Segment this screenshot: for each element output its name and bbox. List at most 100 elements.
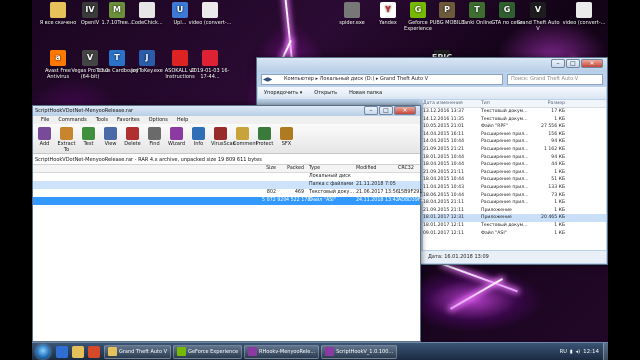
taskbar-task[interactable]: ScriptHookV_1.0.100...	[321, 344, 398, 359]
table-row[interactable]: 18.01.2015 10:44 Расширение прил... 94 КБ	[423, 154, 606, 162]
taskbar: Grand Theft Auto V GeForce Experience RHoo…	[32, 342, 608, 360]
close-button[interactable]: ✕	[394, 106, 416, 115]
table-row[interactable]: 5 072 920 4 522 178 Файл "ASI" 24.11.2018 1…	[33, 197, 424, 205]
pubg-icon: P	[439, 2, 455, 18]
add-button[interactable]: Add	[35, 124, 54, 153]
back-forward-icon[interactable]: ◀▶	[263, 75, 272, 84]
menu-item-help[interactable]: Help	[177, 116, 188, 124]
table-row[interactable]: 18.04.2015 21:11 Расширение прил... 1 КБ	[423, 199, 606, 207]
comment-button[interactable]: Comment	[233, 124, 258, 153]
header-size[interactable]: Size	[262, 165, 276, 173]
table-row[interactable]: 13.12.2016 13:37 Текстовый докум... 17 КБ	[423, 108, 606, 116]
screen: Я все скачено IV OpenIV M 1.7.10Tree... CodeC…	[0, 0, 640, 360]
header-modified[interactable]: Modified	[356, 165, 376, 173]
volume-icon[interactable]: ◂)	[576, 349, 580, 355]
sfx-button[interactable]: SFX	[277, 124, 296, 153]
explorer-pinned-icon[interactable]	[72, 345, 84, 358]
maximize-button[interactable]: □	[379, 106, 393, 115]
winrar-path-bar[interactable]: ScriptHookVDotNet-MenyooRelease.rar - RA…	[33, 155, 420, 165]
winrar-window[interactable]: ScriptHookVDotNet-MenyooRelease.rar – □ …	[32, 105, 424, 342]
address-bar[interactable]: ◀▶ Компьютер ▸ Локальный диск (D:) ▸ Gra…	[261, 74, 503, 85]
taskbar-task[interactable]: GeForce Experience	[173, 344, 243, 359]
find-button[interactable]: Find	[145, 124, 164, 153]
sfx-icon	[280, 127, 293, 140]
cell-size: 1 КБ	[554, 200, 565, 206]
open-button[interactable]: Открыть	[314, 87, 337, 99]
view-button[interactable]: View	[101, 124, 120, 153]
maximize-button[interactable]: □	[566, 59, 580, 68]
wizard-button[interactable]: Wizard	[167, 124, 186, 153]
table-row[interactable]: Локальный диск	[33, 173, 420, 181]
table-row[interactable]: 18.06.2015 10:44 Расширение прил... 73 КБ	[423, 192, 606, 200]
cell-type: Расширение прил...	[481, 131, 529, 137]
desktop-icon[interactable]: video (convert-...	[188, 2, 232, 26]
delete-icon	[126, 127, 139, 140]
address-crumb[interactable]: Локальный диск (D:)	[320, 76, 375, 82]
cell-size: 94 КБ	[551, 139, 565, 145]
toolbar-label: Protect	[255, 141, 274, 147]
header-crc[interactable]: CRC32	[398, 165, 414, 173]
table-row[interactable]: 10.05.2015 21:01 Файл "RPF" 27 556 КБ	[423, 123, 606, 131]
organize-button[interactable]: Упорядочить ▾	[264, 87, 302, 99]
table-row[interactable]: 18.04.2015 10:44 Расширение прил... 51 КБ	[423, 176, 606, 184]
cell-crc: AD8D39F1	[398, 198, 424, 203]
table-row[interactable]: 09.01.2017 12:11 Файл "ASI" 1 КБ	[423, 230, 606, 238]
taskbar-task[interactable]: RHookv-MenyooRele...	[244, 344, 320, 359]
clock[interactable]: 12:14	[583, 349, 599, 355]
table-row[interactable]: 21.09.2015 21:11 Расширение прил... 1 КБ	[423, 169, 606, 177]
table-row[interactable]: 11.04.2015 10:43 Расширение прил... 133 КБ	[423, 184, 606, 192]
delete-button[interactable]: Delete	[123, 124, 142, 153]
geforce-icon	[177, 347, 187, 356]
address-crumb[interactable]: Grand Theft Auto V	[380, 76, 428, 82]
table-row[interactable]: 18.04.2015 10:44 Расширение прил... 44 КБ	[423, 161, 606, 169]
winrar-titlebar[interactable]: ScriptHookVDotNet-MenyooRelease.rar – □ …	[33, 106, 420, 116]
desktop-icon[interactable]: V Grand Theft Auto V	[516, 2, 560, 32]
header-type[interactable]: Тип	[481, 100, 539, 107]
cell-type: Приложение	[481, 215, 512, 221]
header-packed[interactable]: Packed	[286, 165, 304, 173]
new-folder-button[interactable]: Новая папка	[349, 87, 382, 99]
address-crumb[interactable]: Компьютер	[284, 76, 314, 82]
table-row[interactable]: 18.01.2017 12:31 Приложение 20 465 КБ	[423, 214, 606, 222]
menu-item-tools[interactable]: Tools	[96, 116, 108, 124]
desktop-icon[interactable]: video (convert-...	[562, 2, 606, 26]
protect-button[interactable]: Protect	[255, 124, 274, 153]
test-button[interactable]: Test	[79, 124, 98, 153]
cell-date: 21.09.2015 21:11	[423, 169, 465, 175]
explorer-search-input[interactable]: Поиск: Grand Theft Auto V	[507, 74, 603, 85]
taskbar-task[interactable]: Grand Theft Auto V	[104, 344, 172, 359]
desktop-icon-label: Grand Theft Auto V	[516, 20, 560, 32]
table-row[interactable]: 21.09.2015 21:21 Расширение прил... 1 162 …	[423, 146, 606, 154]
virusscan-button[interactable]: VirusScan	[211, 124, 236, 153]
taskbar-task-label: Grand Theft Auto V	[119, 348, 168, 355]
menu-item-favorites[interactable]: Favorites	[117, 116, 140, 124]
cell-type: Текстовый докум...	[481, 222, 528, 228]
table-row[interactable]: 18.01.2017 12:11 Текстовый докум... 1 КБ	[423, 222, 606, 230]
explorer-titlebar[interactable]: – □ ✕	[257, 58, 607, 72]
table-row[interactable]: 21.09.2015 21:11 Приложение 1 КБ	[423, 207, 606, 215]
table-row[interactable]: 802 469 Текстовый доку... 21.06.2017 13:56 1…	[33, 189, 423, 197]
show-desktop-button[interactable]	[603, 342, 608, 360]
menu-item-file[interactable]: File	[41, 116, 49, 124]
table-row[interactable]: 14.12.2016 11:35 Текстовый докум... 1 КБ	[423, 116, 606, 124]
close-button[interactable]: ✕	[581, 59, 603, 68]
minimize-button[interactable]: –	[551, 59, 565, 68]
menu-item-commands[interactable]: Commands	[58, 116, 86, 124]
table-row[interactable]: 14.04.2015 10:44 Расширение прил... 94 КБ	[423, 138, 606, 146]
desktop-icon[interactable]: 2019-01-03 16-17-44...	[188, 50, 232, 80]
table-row[interactable]: Папка с файлами 21.11.2018 7:05	[33, 181, 420, 189]
header-size[interactable]: Размер	[539, 100, 569, 107]
network-icon[interactable]: ▮	[570, 349, 573, 355]
media-pinned-icon[interactable]	[88, 345, 100, 358]
start-button[interactable]	[36, 344, 50, 359]
ie-pinned-icon[interactable]	[56, 345, 68, 358]
table-row[interactable]: 14.04.2015 16:11 Расширение прил... 156 КБ	[423, 131, 606, 139]
language-indicator[interactable]: RU	[560, 349, 567, 355]
menu-item-options[interactable]: Options	[149, 116, 168, 124]
header-type[interactable]: Type	[309, 165, 320, 173]
info-button[interactable]: Info	[189, 124, 208, 153]
minimize-button[interactable]: –	[364, 106, 378, 115]
header-date[interactable]: Дата изменения	[423, 100, 481, 107]
extract-to-button[interactable]: Extract To	[57, 124, 76, 153]
wizard-icon	[170, 127, 183, 140]
